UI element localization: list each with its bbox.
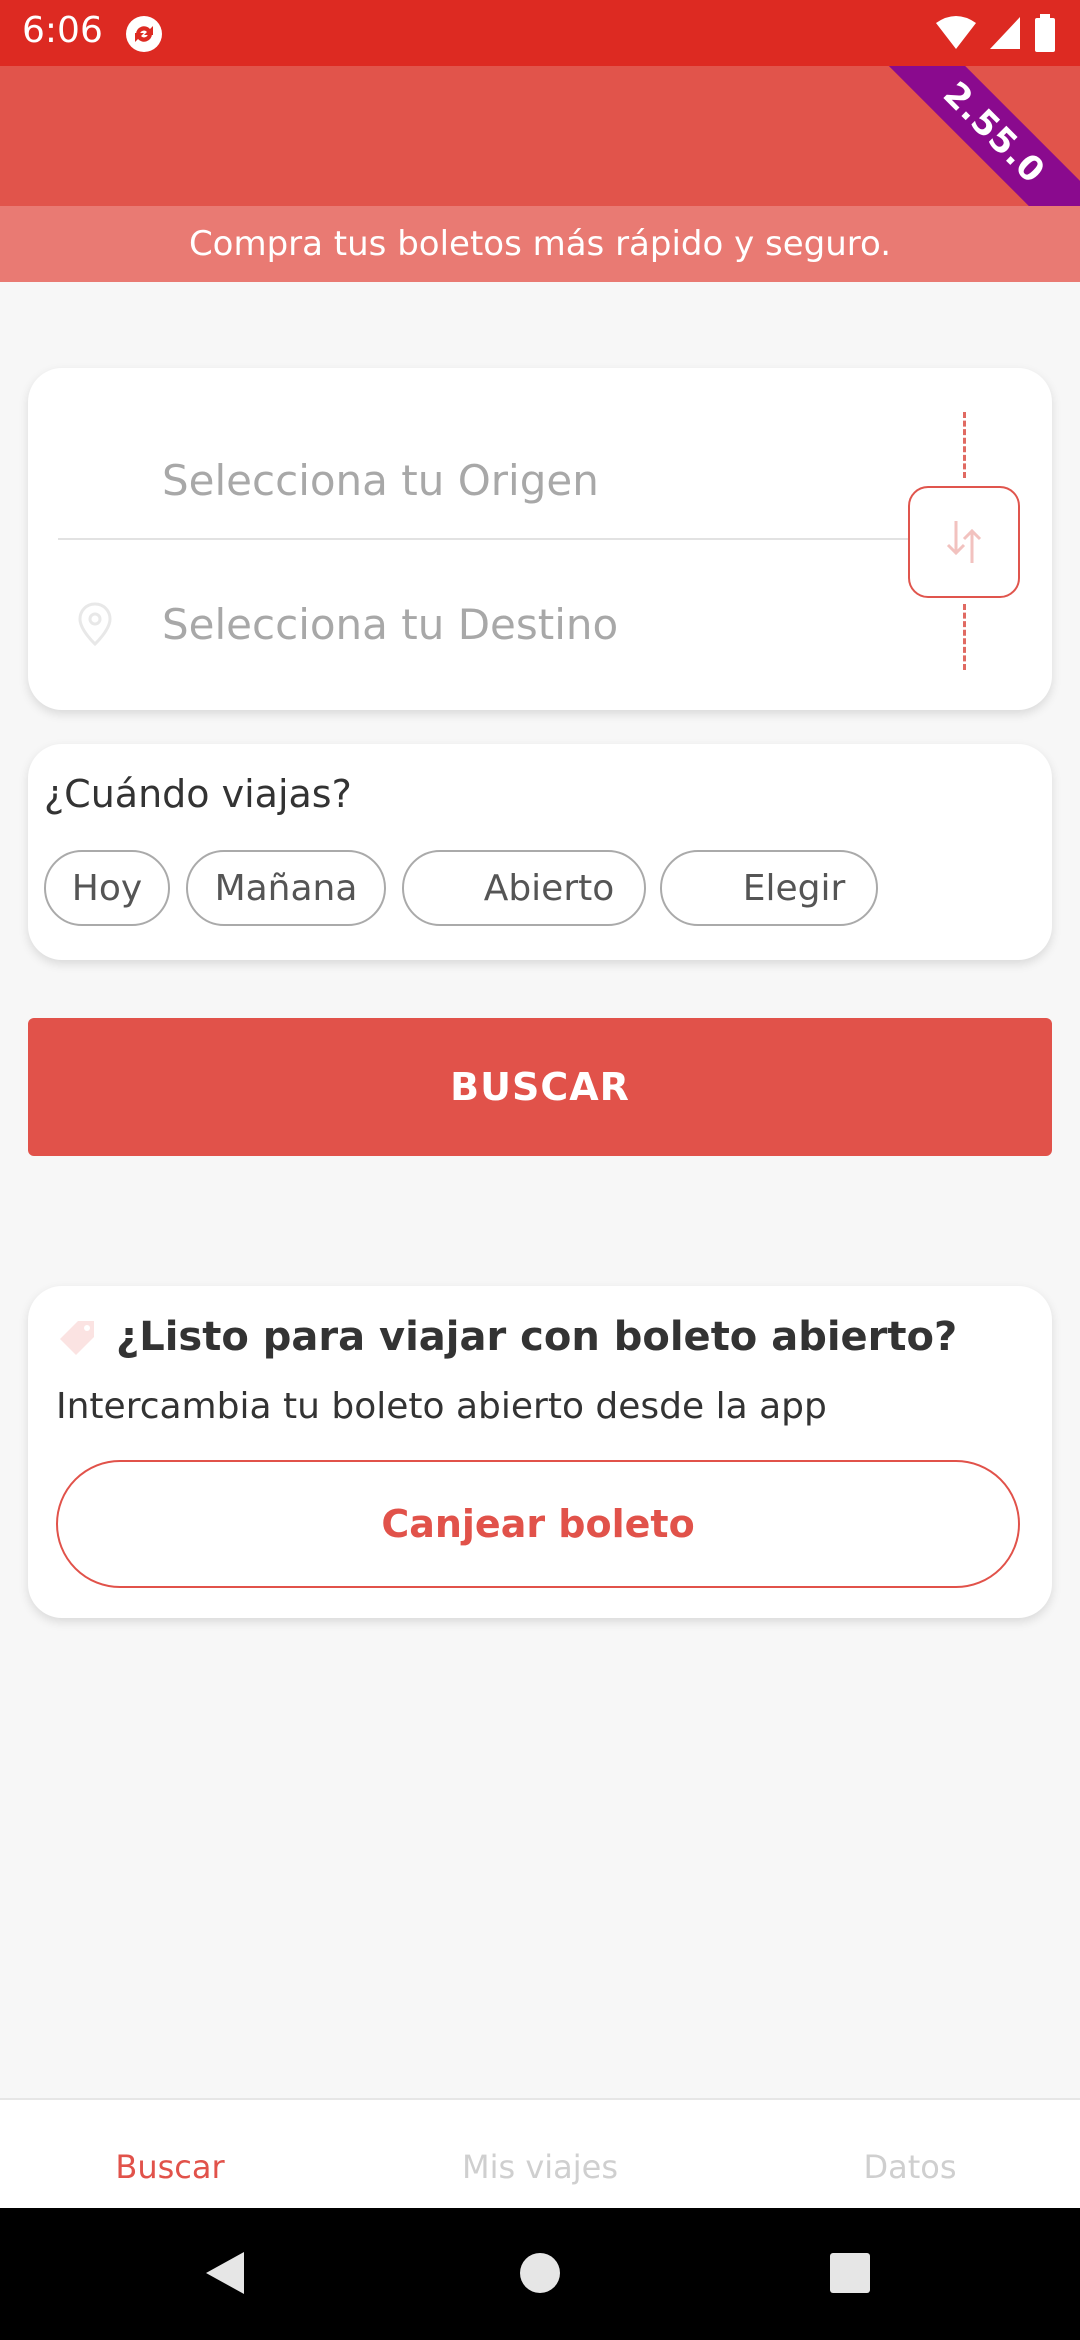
route-dash-bottom <box>963 604 966 670</box>
ticket-tag-icon <box>60 1321 94 1355</box>
route-card: Selecciona tu Origen Selecciona tu Desti… <box>28 368 1052 710</box>
destination-field[interactable]: Selecciona tu Destino <box>28 564 878 684</box>
nav-search-label: Buscar <box>115 2148 225 2186</box>
chip-tomorrow[interactable]: Mañana <box>186 850 386 926</box>
tagline-banner: Compra tus boletos más rápido y seguro. <box>0 206 1080 282</box>
search-button-label: BUSCAR <box>450 1065 630 1109</box>
promo-subtitle: Intercambia tu boleto abierto desde la a… <box>56 1386 827 1427</box>
home-icon[interactable] <box>518 2248 562 2298</box>
swap-route-button[interactable] <box>908 486 1020 598</box>
nav-search[interactable]: Buscar <box>0 2148 350 2186</box>
chip-choose-date-label: Elegir <box>742 867 846 909</box>
signal-icon <box>990 17 1020 49</box>
version-ribbon: 2.55.0 <box>861 66 1080 206</box>
promo-title-row: ¿Listo para viajar con boleto abierto? <box>56 1314 957 1360</box>
nav-data[interactable]: Datos <box>730 2148 1080 2186</box>
travel-date-card: ¿Cuándo viajas? Hoy Mañana Abierto Elegi… <box>28 744 1052 960</box>
chip-today[interactable]: Hoy <box>44 850 170 926</box>
nav-my-trips[interactable]: Mis viajes <box>360 2148 720 2186</box>
promo-title: ¿Listo para viajar con boleto abierto? <box>116 1314 958 1360</box>
recents-icon[interactable] <box>828 2248 872 2298</box>
route-divider <box>58 538 908 540</box>
version-label: 2.55.0 <box>935 74 1053 192</box>
bottom-navigation: Buscar Mis viajes Datos <box>0 2098 1080 2210</box>
battery-icon <box>1035 14 1055 52</box>
origin-field[interactable]: Selecciona tu Origen <box>28 420 878 540</box>
chip-today-label: Hoy <box>71 867 143 909</box>
redeem-ticket-label: Canjear boleto <box>381 1502 695 1546</box>
redeem-ticket-button[interactable]: Canjear boleto <box>56 1460 1020 1588</box>
destination-placeholder: Selecciona tu Destino <box>162 599 619 649</box>
chip-tomorrow-label: Mañana <box>214 867 358 909</box>
travel-date-title: ¿Cuándo viajas? <box>44 772 352 816</box>
nav-my-trips-label: Mis viajes <box>461 2148 619 2186</box>
back-icon[interactable] <box>200 2248 248 2298</box>
swap-arrows-icon <box>946 521 982 563</box>
origin-placeholder: Selecciona tu Origen <box>162 455 599 505</box>
app-notification-icon <box>126 16 162 52</box>
chip-open-label: Abierto <box>483 867 615 909</box>
location-pin-icon <box>78 602 112 646</box>
open-ticket-promo-card: ¿Listo para viajar con boleto abierto? I… <box>28 1286 1052 1618</box>
app-bar: 2.55.0 <box>0 66 1080 206</box>
status-time: 6:06 <box>22 10 103 51</box>
status-bar: 6:06 <box>0 0 1080 66</box>
nav-data-label: Datos <box>863 2148 957 2186</box>
chip-open[interactable]: Abierto <box>402 850 646 926</box>
search-button[interactable]: BUSCAR <box>28 1018 1052 1156</box>
tagline-text: Compra tus boletos más rápido y seguro. <box>188 224 892 264</box>
chip-choose-date[interactable]: Elegir <box>660 850 878 926</box>
wifi-icon <box>936 16 976 49</box>
route-dash-top <box>963 412 966 478</box>
system-navigation-bar <box>0 2208 1080 2340</box>
